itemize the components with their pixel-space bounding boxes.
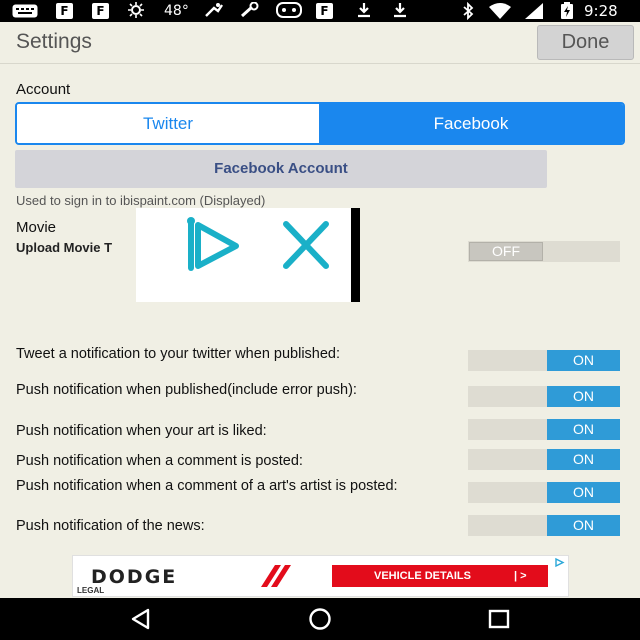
tab-twitter[interactable]: Twitter [17, 104, 319, 143]
ibis-logo-icon [187, 217, 329, 271]
toggle-state: OFF [469, 242, 543, 261]
clock: 9:28 [584, 2, 618, 20]
toggle-state: ON [547, 419, 620, 440]
gamepad-icon [276, 2, 302, 20]
toggle-state: ON [547, 449, 620, 470]
upload-movie-toggle[interactable]: OFF [468, 241, 620, 262]
back-icon[interactable] [127, 607, 155, 631]
ad-choices-icon[interactable] [553, 557, 566, 568]
keyboard-icon [12, 4, 38, 22]
notification-label-artist-comment: Push notification when a comment of a ar… [16, 478, 398, 494]
brand-stripes-icon [261, 565, 291, 587]
ad-cta-button[interactable]: VEHICLE DETAILS | > [332, 565, 548, 587]
artist-comment-notification-toggle[interactable]: ON [468, 482, 620, 503]
weather-icon [128, 2, 150, 20]
flipboard-icon: F [92, 3, 109, 19]
toggle-state: ON [547, 350, 620, 371]
tool-icon [240, 1, 260, 20]
temperature: 48° [164, 3, 189, 19]
ad-cta-arrow: | > [514, 570, 527, 582]
upload-movie-label: Upload Movie T [16, 240, 113, 255]
flipboard-icon: F [56, 3, 73, 19]
published-notification-toggle[interactable]: ON [468, 386, 620, 407]
weather-icon [204, 2, 224, 20]
news-notification-toggle[interactable]: ON [468, 515, 620, 536]
toggle-state: ON [547, 482, 620, 503]
tweet-notification-toggle[interactable]: ON [468, 350, 620, 371]
notification-label-published: Push notification when published(include… [16, 382, 357, 398]
logo-divider [351, 208, 360, 302]
toggle-state: ON [547, 515, 620, 536]
toggle-state: ON [547, 386, 620, 407]
download-icon [392, 2, 408, 20]
home-icon[interactable] [306, 607, 334, 631]
ad-legal-text: LEGAL [77, 586, 105, 595]
page-title: Settings [16, 30, 92, 53]
facebook-account-button[interactable]: Facebook Account [15, 150, 547, 188]
recents-icon[interactable] [485, 607, 513, 631]
tab-facebook[interactable]: Facebook [319, 104, 623, 143]
flipboard-icon: F [316, 3, 333, 19]
movie-section-label: Movie [16, 219, 57, 236]
notification-label-liked: Push notification when your art is liked… [16, 423, 267, 439]
download-icon [356, 2, 372, 20]
ad-banner[interactable]: DODGE LEGAL VEHICLE DETAILS | > [72, 555, 569, 597]
signal-icon [524, 2, 544, 20]
comment-notification-toggle[interactable]: ON [468, 449, 620, 470]
notification-label-news: Push notification of the news: [16, 518, 205, 534]
wifi-icon [488, 2, 512, 20]
done-button[interactable]: Done [537, 25, 634, 60]
ibis-paint-logo-overlay [136, 208, 360, 302]
header-bar: Settings Done [0, 22, 640, 64]
battery-icon [560, 2, 574, 20]
sign-in-hint: Used to sign in to ibispaint.com (Displa… [16, 193, 266, 208]
navigation-bar [0, 598, 640, 640]
account-type-segmented-control: Twitter Facebook [15, 102, 625, 145]
ad-cta-label: VEHICLE DETAILS [374, 570, 471, 582]
close-icon [283, 221, 329, 269]
notification-label-comment: Push notification when a comment is post… [16, 453, 303, 469]
screen: F F 48° F 9:28 Settings Done Account Twi… [0, 0, 640, 640]
notification-label-tweet: Tweet a notification to your twitter whe… [16, 346, 341, 362]
status-bar: F F 48° F 9:28 [0, 0, 640, 22]
bluetooth-icon [462, 1, 474, 21]
ad-brand-logo: DODGE [91, 566, 178, 588]
account-section-label: Account [16, 81, 71, 98]
liked-notification-toggle[interactable]: ON [468, 419, 620, 440]
